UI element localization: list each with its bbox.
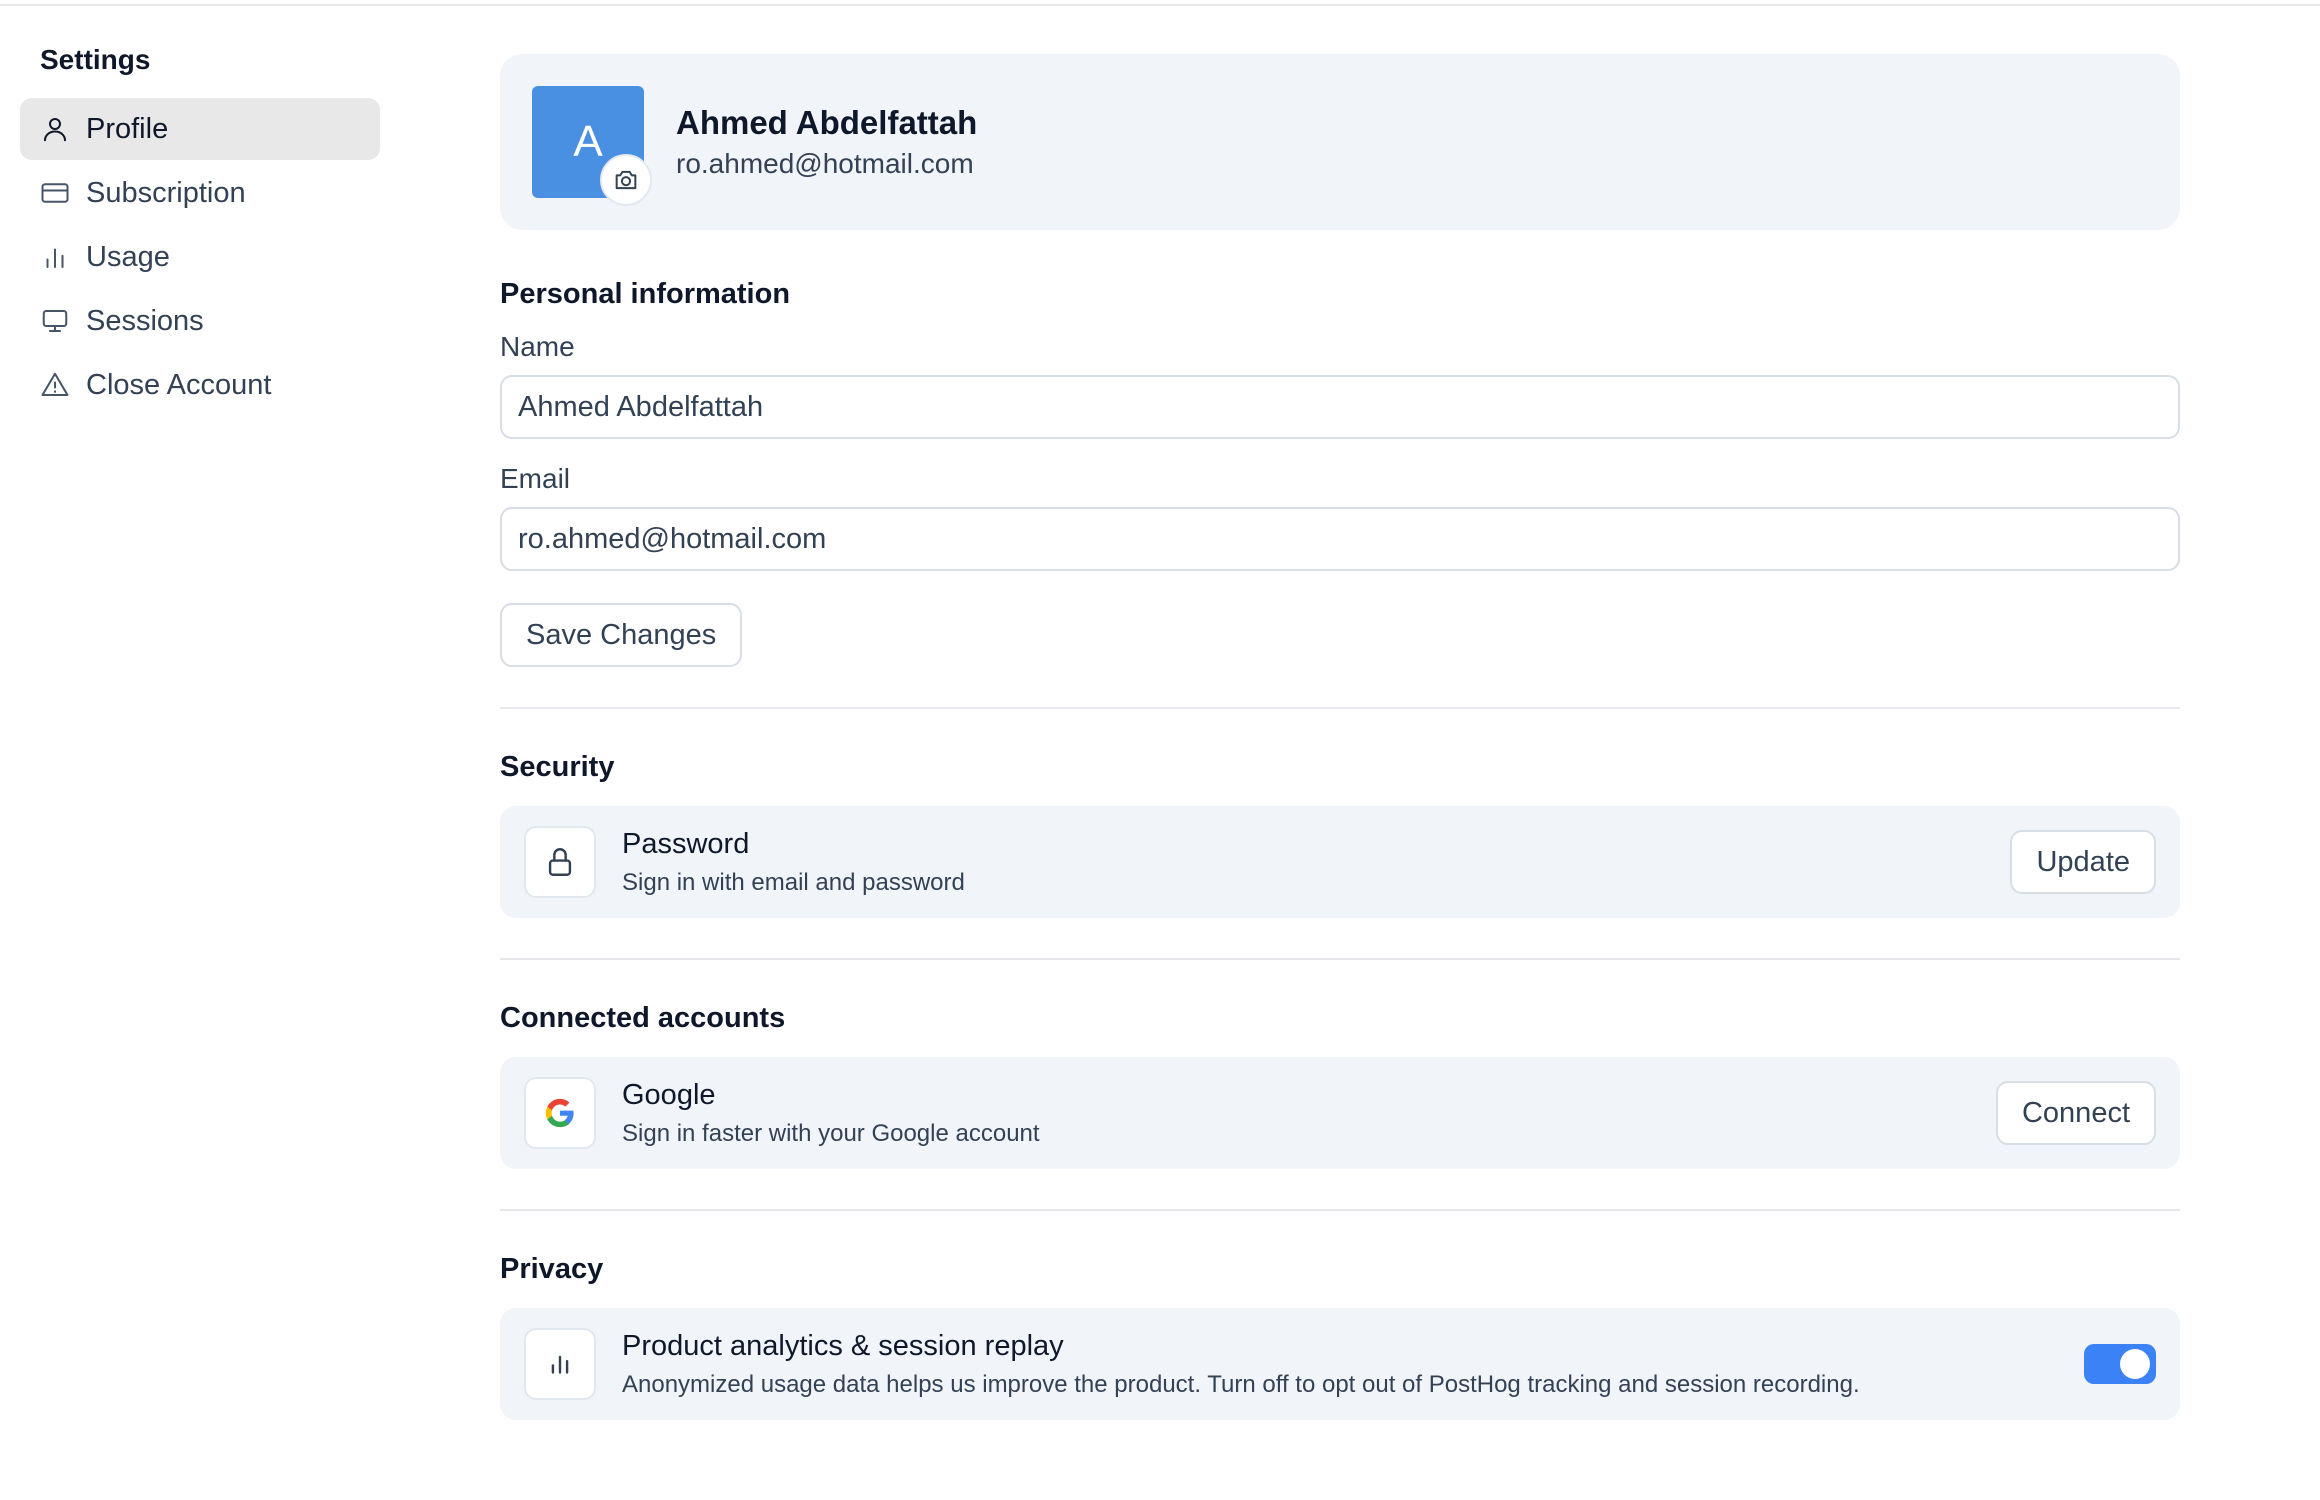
analytics-row: Product analytics & session replay Anony… bbox=[500, 1308, 2180, 1420]
name-field[interactable]: Ahmed Abdelfattah bbox=[500, 375, 2180, 439]
email-label: Email bbox=[500, 463, 571, 494]
analytics-icon-box bbox=[524, 1328, 596, 1400]
user-icon bbox=[44, 118, 66, 142]
google-title: Google bbox=[622, 1078, 716, 1111]
google-icon bbox=[545, 1098, 574, 1128]
save-changes-button[interactable]: Save Changes bbox=[500, 603, 743, 667]
google-text: Google Sign in faster with your Google a… bbox=[622, 1079, 1970, 1148]
toggle-knob bbox=[2120, 1349, 2150, 1379]
sidebar-item-label: Profile bbox=[86, 112, 169, 145]
warning-triangle-icon bbox=[41, 372, 69, 396]
section-title-personal: Personal information bbox=[500, 278, 791, 310]
profile-main: A Ahmed Abdelfattah ro.ahmed@hotmail.com… bbox=[500, 54, 2180, 1420]
google-icon-box bbox=[524, 1077, 596, 1149]
password-subtitle: Sign in with email and password bbox=[622, 868, 965, 896]
analytics-text: Product analytics & session replay Anony… bbox=[622, 1330, 2058, 1399]
camera-icon bbox=[615, 170, 637, 190]
password-row: Password Sign in with email and password… bbox=[500, 806, 2180, 918]
avatar[interactable]: A bbox=[532, 86, 652, 206]
bar-chart-icon bbox=[46, 248, 64, 268]
lock-icon bbox=[548, 848, 572, 876]
name-label: Name bbox=[500, 331, 575, 362]
sidebar-item-profile[interactable]: Profile bbox=[20, 98, 380, 160]
google-subtitle: Sign in faster with your Google account bbox=[622, 1119, 1040, 1147]
profile-card: A Ahmed Abdelfattah ro.ahmed@hotmail.com bbox=[500, 54, 2180, 230]
password-text: Password Sign in with email and password bbox=[622, 828, 1984, 897]
top-border bbox=[0, 0, 2320, 6]
profile-email: ro.ahmed@hotmail.com bbox=[676, 148, 974, 179]
divider bbox=[500, 707, 2180, 709]
profile-name: Ahmed Abdelfattah bbox=[676, 104, 978, 141]
profile-identity: Ahmed Abdelfattah ro.ahmed@hotmail.com bbox=[676, 104, 977, 180]
password-title: Password bbox=[622, 827, 750, 860]
settings-sidebar: Settings Profile Subscription Usage Sess… bbox=[20, 40, 380, 418]
sidebar-item-label: Close Account bbox=[86, 368, 272, 401]
sidebar-item-sessions[interactable]: Sessions bbox=[20, 290, 380, 352]
email-field[interactable]: ro.ahmed@hotmail.com bbox=[500, 507, 2180, 571]
analytics-toggle[interactable] bbox=[2084, 1344, 2156, 1384]
avatar-initial: A bbox=[573, 117, 603, 166]
section-title-security: Security bbox=[500, 751, 615, 783]
lock-icon-box bbox=[524, 826, 596, 898]
monitor-icon bbox=[42, 310, 68, 332]
connect-google-button[interactable]: Connect bbox=[1995, 1081, 2156, 1145]
google-row: Google Sign in faster with your Google a… bbox=[500, 1057, 2180, 1169]
sidebar-item-subscription[interactable]: Subscription bbox=[20, 162, 380, 224]
sidebar-item-label: Subscription bbox=[86, 176, 246, 209]
update-password-button[interactable]: Update bbox=[2010, 830, 2156, 894]
sidebar-title: Settings bbox=[40, 44, 151, 75]
sidebar-item-label: Sessions bbox=[86, 304, 204, 337]
credit-card-icon bbox=[41, 183, 69, 203]
analytics-title: Product analytics & session replay bbox=[622, 1329, 1064, 1362]
divider bbox=[500, 958, 2180, 960]
sidebar-nav: Profile Subscription Usage Sessions Clos… bbox=[20, 98, 380, 416]
analytics-subtitle: Anonymized usage data helps us improve t… bbox=[622, 1370, 1860, 1398]
sidebar-item-close-account[interactable]: Close Account bbox=[20, 354, 380, 416]
bar-chart-icon bbox=[551, 1355, 569, 1374]
section-title-privacy: Privacy bbox=[500, 1253, 604, 1285]
change-avatar-button[interactable] bbox=[600, 154, 652, 206]
divider bbox=[500, 1209, 2180, 1211]
sidebar-item-label: Usage bbox=[86, 240, 170, 273]
sidebar-item-usage[interactable]: Usage bbox=[20, 226, 380, 288]
section-title-connected: Connected accounts bbox=[500, 1002, 786, 1034]
